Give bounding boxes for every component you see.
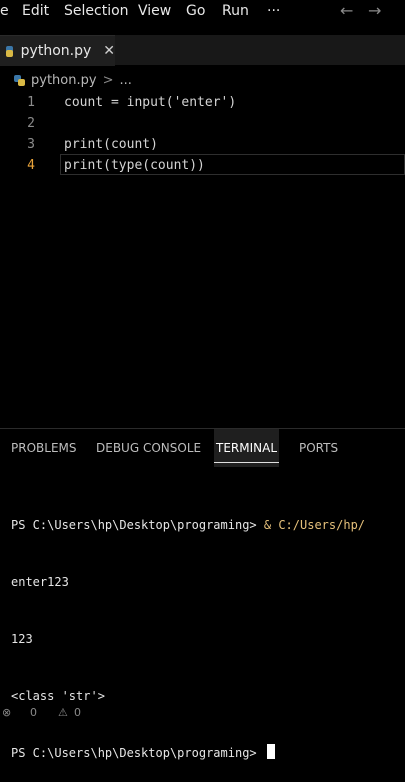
- menu-file[interactable]: e: [0, 3, 9, 19]
- tab-debug-console[interactable]: DEBUG CONSOLE: [96, 429, 201, 467]
- menu-view[interactable]: View: [138, 3, 171, 19]
- menu-edit[interactable]: Edit: [22, 3, 49, 19]
- arrow-left-icon[interactable]: ←: [340, 1, 353, 20]
- tab-problems[interactable]: PROBLEMS: [11, 429, 77, 467]
- code-line: 1 count = input('enter'): [0, 92, 405, 113]
- terminal-prompt: PS C:\Users\hp\Desktop\programing>: [11, 518, 264, 532]
- arrow-right-icon[interactable]: →: [368, 1, 381, 20]
- current-line-highlight: [60, 154, 405, 175]
- line-number: 3: [27, 137, 35, 152]
- code-text[interactable]: print(count): [64, 134, 158, 155]
- panel-tab-bar: PROBLEMS DEBUG CONSOLE TERMINAL PORTS: [0, 428, 405, 467]
- error-icon[interactable]: ⊗: [2, 706, 11, 719]
- close-icon[interactable]: ✕: [103, 43, 115, 59]
- warning-count[interactable]: 0: [74, 706, 81, 719]
- code-editor[interactable]: 1 count = input('enter') 2 3 print(count…: [0, 92, 405, 422]
- menu-more[interactable]: ···: [267, 3, 280, 19]
- menu-run[interactable]: Run: [222, 3, 249, 19]
- menu-selection[interactable]: Selection: [64, 3, 129, 19]
- tab-terminal[interactable]: TERMINAL: [214, 429, 280, 467]
- menu-bar: e Edit Selection View Go Run ··· ← →: [0, 0, 405, 22]
- python-file-icon: [5, 45, 13, 57]
- code-line: 3 print(count): [0, 134, 405, 155]
- terminal-line: PS C:\Users\hp\Desktop\programing> & C:/…: [11, 516, 405, 535]
- error-count[interactable]: 0: [30, 706, 37, 719]
- breadcrumb: python.py > ...: [0, 70, 405, 90]
- terminal-line: <class 'str'>: [11, 689, 105, 703]
- terminal-cursor: [266, 744, 275, 759]
- line-number: 2: [27, 116, 35, 131]
- terminal[interactable]: PS C:\Users\hp\Desktop\programing> & C:/…: [11, 478, 405, 782]
- editor-tab-bar: python.py ✕: [0, 35, 405, 66]
- line-number: 1: [27, 95, 35, 110]
- tab-ports[interactable]: PORTS: [299, 429, 338, 467]
- line-number-active: 4: [27, 158, 35, 173]
- warning-icon[interactable]: ⚠: [58, 706, 68, 719]
- tab-python-py[interactable]: python.py ✕: [0, 35, 115, 66]
- terminal-line: enter123: [11, 575, 69, 589]
- menu-go[interactable]: Go: [186, 3, 205, 19]
- terminal-command: & C:/Users/hp/: [263, 518, 366, 532]
- breadcrumb-rest[interactable]: ...: [119, 73, 131, 88]
- terminal-line: PS C:\Users\hp\Desktop\programing>: [11, 744, 405, 763]
- breadcrumb-separator: >: [102, 72, 114, 88]
- python-file-icon: [14, 74, 25, 86]
- breadcrumb-file[interactable]: python.py: [31, 73, 97, 88]
- terminal-line: 123: [11, 632, 33, 646]
- terminal-prompt: PS C:\Users\hp\Desktop\programing>: [11, 746, 264, 760]
- code-text[interactable]: count = input('enter'): [64, 92, 236, 113]
- status-bar: ⊗ 0 ⚠ 0: [0, 706, 405, 720]
- code-line: 2: [0, 113, 405, 134]
- tab-filename: python.py: [20, 43, 92, 59]
